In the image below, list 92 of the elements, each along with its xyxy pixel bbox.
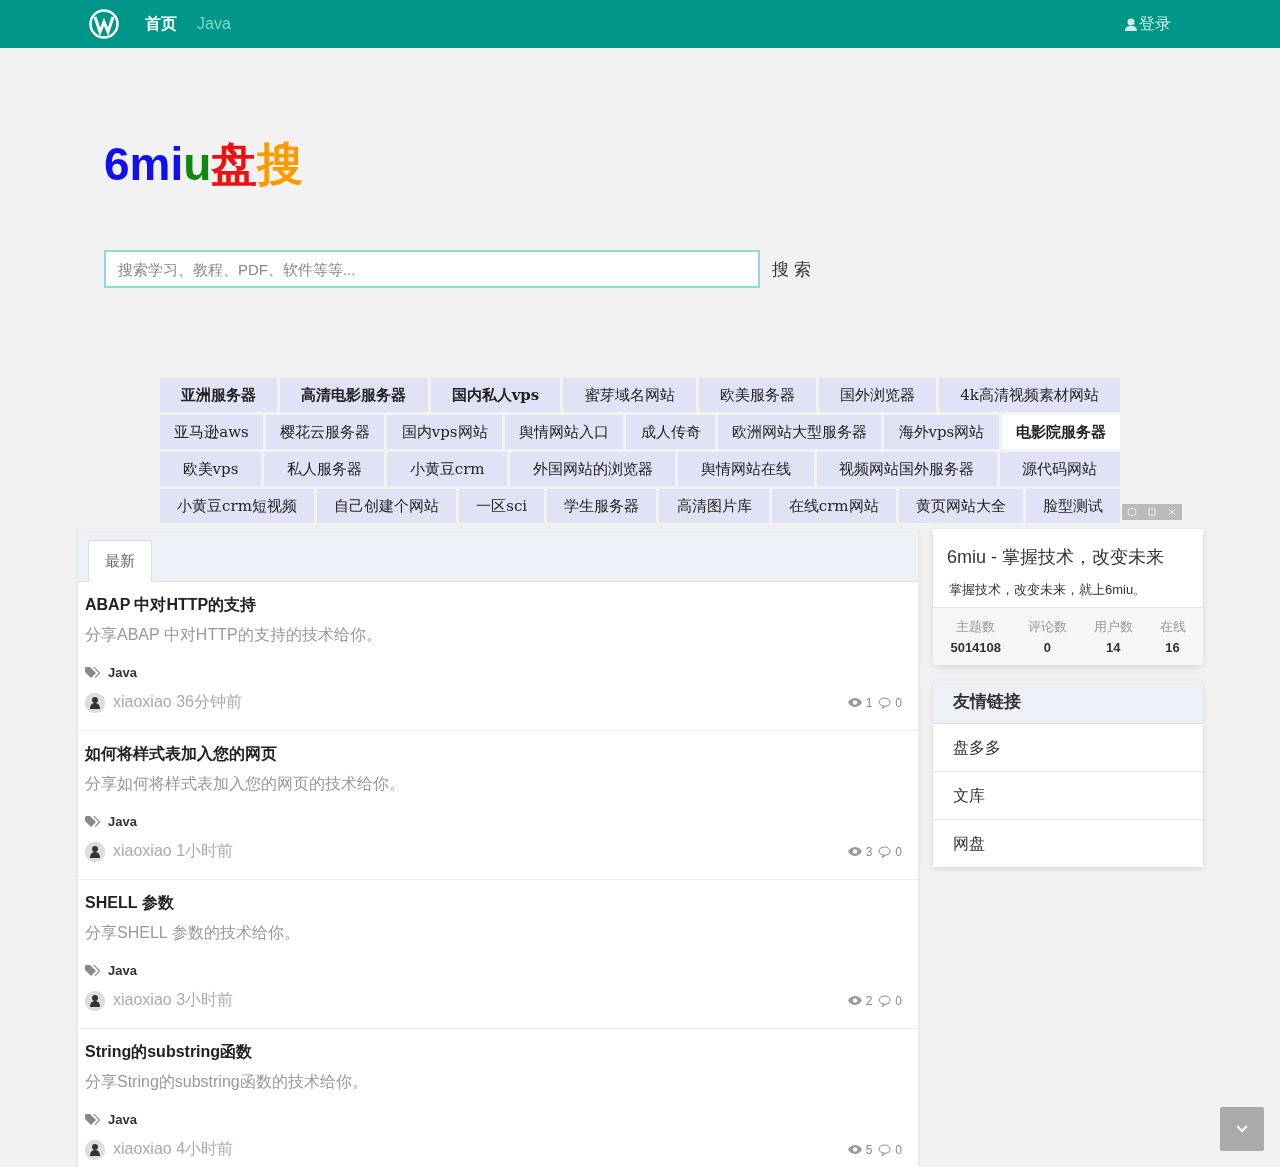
author-time: xiaoxiao 1小时前 xyxy=(113,841,234,861)
tag-link[interactable]: 学生服务器 xyxy=(547,489,657,523)
tag-link[interactable]: 国外浏览器 xyxy=(818,378,937,412)
tag-link[interactable]: 在线crm网站 xyxy=(771,489,896,523)
author-time: xiaoxiao 3小时前 xyxy=(113,990,234,1010)
eye-icon xyxy=(847,847,862,856)
post-summary: 分享如何将样式表加入您的网页的技术给你。 xyxy=(85,774,406,794)
tag-link[interactable]: Java xyxy=(108,814,137,829)
tag-link[interactable]: 樱花云服务器 xyxy=(266,415,385,449)
links-heading: 友情链接 xyxy=(933,681,1203,724)
view-count: 3 xyxy=(865,844,873,859)
logo-icon[interactable] xyxy=(89,9,119,39)
tag-link[interactable]: 外国网站的浏览器 xyxy=(510,452,676,486)
stat-label: 评论数 xyxy=(1027,618,1067,636)
comment-count: 0 xyxy=(895,1142,902,1157)
tag-link[interactable]: 舆情网站在线 xyxy=(678,452,814,486)
tag-link[interactable]: 高清图片库 xyxy=(659,489,769,523)
post-summary: 分享String的substring函数的技术给你。 xyxy=(85,1072,369,1092)
tag-link[interactable]: 欧美服务器 xyxy=(698,378,816,412)
tag-link[interactable]: 小黄豆crm短视频 xyxy=(160,489,314,523)
tag-link[interactable]: 高清电影服务器 xyxy=(280,378,428,412)
tag-link[interactable]: 国内私人vps xyxy=(430,378,561,412)
tag-link[interactable]: Java xyxy=(108,963,137,978)
avatar-icon[interactable] xyxy=(85,692,105,713)
chevron-down-icon xyxy=(1236,1125,1248,1133)
friend-link[interactable]: 网盘 xyxy=(933,820,1203,867)
stat-value: 16 xyxy=(1164,640,1181,655)
post-title[interactable]: SHELL 参数 xyxy=(85,893,902,914)
avatar-icon[interactable] xyxy=(85,1139,105,1160)
comment-icon xyxy=(878,845,892,858)
eye-icon xyxy=(847,698,862,707)
tag-link[interactable]: Java xyxy=(108,1112,137,1127)
tag-link[interactable]: 脸型测试 xyxy=(1025,489,1120,523)
friend-link[interactable]: 盘多多 xyxy=(933,724,1203,772)
author-time: xiaoxiao 36分钟前 xyxy=(113,692,242,712)
tab[interactable]: 最新 xyxy=(88,540,152,582)
user-icon xyxy=(1125,17,1137,31)
eye-icon xyxy=(847,996,862,1005)
tag-link[interactable]: 欧美vps xyxy=(160,452,261,486)
comment-count: 0 xyxy=(895,695,902,710)
stat-label: 用户数 xyxy=(1093,618,1133,636)
author-time: xiaoxiao 4小时前 xyxy=(113,1139,234,1159)
tags-icon xyxy=(85,1114,100,1125)
comment-icon xyxy=(878,696,892,709)
tag-link[interactable]: 海外vps网站 xyxy=(884,415,999,449)
avatar-icon[interactable] xyxy=(85,841,105,862)
search-button[interactable]: 搜 索 xyxy=(764,251,819,287)
tag-link[interactable]: 小黄豆crm xyxy=(387,452,508,486)
tag-link[interactable]: 视频网站国外服务器 xyxy=(816,452,997,486)
comment-icon xyxy=(878,994,892,1007)
site-slogan: 掌握技术，改变未来，就上6miu。 xyxy=(948,581,1148,599)
view-count: 2 xyxy=(865,993,873,1008)
comment-icon xyxy=(878,1143,892,1156)
comment-count: 0 xyxy=(895,844,902,859)
nav-link[interactable]: 首页 xyxy=(145,14,177,32)
avatar-icon[interactable] xyxy=(85,990,105,1011)
tag-link[interactable]: 自己创建个网站 xyxy=(317,489,457,523)
tag-link[interactable]: 成人传奇 xyxy=(626,415,715,449)
friend-link[interactable]: 文库 xyxy=(933,772,1203,820)
stat-value: 5014108 xyxy=(950,640,1002,655)
stat-value: 0 xyxy=(1042,640,1052,655)
tag-link[interactable]: 国内vps网站 xyxy=(387,415,502,449)
tags-icon xyxy=(85,965,100,976)
comment-count: 0 xyxy=(895,993,902,1008)
tags-icon xyxy=(85,667,100,678)
post-title[interactable]: 如何将样式表加入您的网页 xyxy=(85,744,902,765)
tags-icon xyxy=(85,816,100,827)
stat-value: 14 xyxy=(1105,640,1122,655)
post-title[interactable]: ABAP 中对HTTP的支持 xyxy=(85,595,902,616)
tag-link[interactable]: 欧洲网站大型服务器 xyxy=(717,415,882,449)
tag-link[interactable]: 蜜芽域名网站 xyxy=(563,378,696,412)
site-title: 6miu - 掌握技术，改变未来 xyxy=(946,546,1165,569)
tag-link[interactable]: Java xyxy=(108,665,137,680)
tag-link[interactable]: 私人服务器 xyxy=(264,452,385,486)
tag-link[interactable]: 4k高清视频素材网站 xyxy=(939,378,1121,412)
tag-link[interactable]: 电影院服务器 xyxy=(1001,415,1121,449)
tag-link[interactable]: 一区sci xyxy=(459,489,545,523)
search-field[interactable]: 搜索学习、教程、PDF、软件等等... xyxy=(104,250,760,288)
site-logo[interactable]: 6miu盘搜 xyxy=(104,134,304,194)
stat-label: 在线 xyxy=(1159,618,1186,636)
tag-link[interactable]: 亚洲服务器 xyxy=(160,378,278,412)
view-count: 1 xyxy=(865,695,873,710)
tag-link[interactable]: 舆情网站入口 xyxy=(504,415,624,449)
tag-link[interactable]: 黄页网站大全 xyxy=(898,489,1023,523)
post-summary: 分享ABAP 中对HTTP的支持的技术给你。 xyxy=(85,625,383,645)
eye-icon xyxy=(847,1145,862,1154)
post-title[interactable]: String的substring函数 xyxy=(85,1042,902,1063)
stat-label: 主题数 xyxy=(955,618,997,636)
tag-link[interactable]: 源代码网站 xyxy=(999,452,1120,486)
view-count: 5 xyxy=(865,1142,873,1157)
tag-link[interactable]: 亚马逊aws xyxy=(160,415,263,449)
post-summary: 分享SHELL 参数的技术给你。 xyxy=(85,923,301,943)
